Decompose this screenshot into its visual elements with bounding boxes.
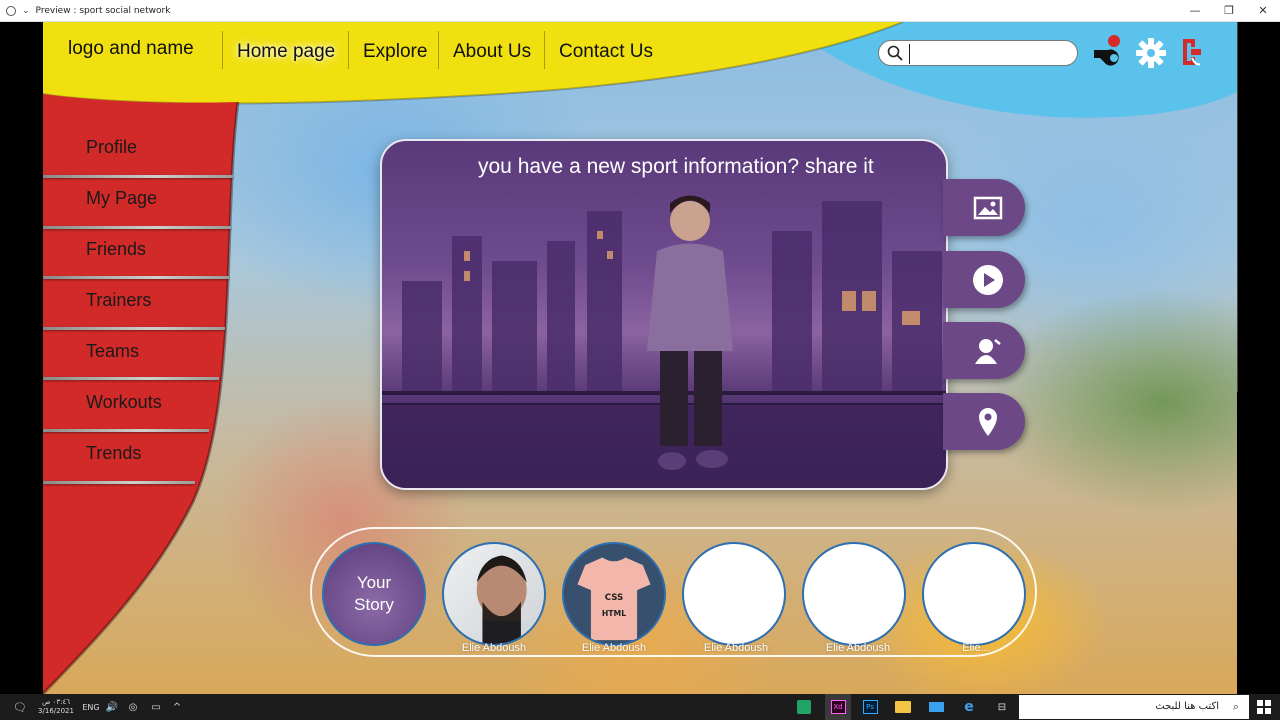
edge-browser-icon[interactable]: e [958,694,980,720]
windows-taskbar: 🗨 ٠٣:٤٦ ص 3/16/2021 ENG 🔊 ◎ ▭ ^ Xd Ps e … [0,694,1280,720]
windows-start-icon[interactable] [1254,694,1274,720]
sidebar-item-profile[interactable]: Profile [43,123,243,172]
taskbar-search-box[interactable]: اكتب هنا للبحث [1019,695,1249,719]
app-canvas: logo and name Home page Explore About Us… [43,22,1237,694]
nav-divider [438,31,439,69]
add-image-button[interactable] [943,179,1025,236]
video-play-icon [973,264,1003,295]
maximize-button[interactable]: ❐ [1212,0,1246,22]
xd-app-icon[interactable]: Xd [825,694,851,720]
notifications-icon[interactable]: 🗨 [10,694,30,720]
sidebar-item-my-page[interactable]: My Page [43,174,243,223]
battery-icon[interactable]: ▭ [147,694,165,720]
story-avatar[interactable] [922,542,1026,646]
tag-person-button[interactable] [943,322,1025,379]
search-icon [887,45,903,61]
app-icon [6,5,16,16]
add-video-button[interactable] [943,251,1025,308]
svg-text:CSS: CSS [605,593,624,603]
stories-strip: Your Story CSS HTML Elie Abdoush Elie Ab… [310,527,1037,657]
sidebar-item-trainers[interactable]: Trainers [43,276,238,325]
gear-icon[interactable] [1133,35,1169,71]
nav-home-page[interactable]: Home page [237,41,335,63]
story-avatar[interactable]: CSS HTML [562,542,666,646]
sidebar-item-teams[interactable]: Teams [43,327,233,376]
story-avatar[interactable] [802,542,906,646]
excel-app-icon[interactable] [793,694,815,720]
volume-icon[interactable]: 🔊 [104,694,120,720]
search-input[interactable] [909,44,1069,64]
story-name: Elie Abdoush [703,642,769,654]
clock-time: ٠٣:٤٦ ص [41,698,71,706]
search-box[interactable] [878,40,1078,66]
share-post-card[interactable]: you have a new sport information? share … [380,139,948,490]
clock[interactable]: ٠٣:٤٦ ص 3/16/2021 [34,694,78,720]
screen: ⌄ Preview : sport social network — ❐ ✕ l… [0,0,1280,720]
your-story-button[interactable]: Your Story [322,542,426,646]
sidebar-item-trends[interactable]: Trends [43,429,218,478]
add-location-button[interactable] [943,393,1025,450]
nav-explore[interactable]: Explore [363,41,427,63]
nav-divider [544,31,545,69]
sidebar-item-workouts[interactable]: Workouts [43,378,228,427]
location-pin-icon [979,407,997,436]
photoshop-app-icon[interactable]: Ps [858,694,882,720]
chevron-down-icon[interactable]: ⌄ [22,6,30,16]
minimize-button[interactable]: — [1178,0,1212,22]
nav-contact-us[interactable]: Contact Us [559,41,653,63]
your-story-label: Your Story [354,573,394,614]
window-titlebar: ⌄ Preview : sport social network — ❐ ✕ [0,0,1280,22]
tshirt-image: CSS HTML [577,557,651,641]
image-icon [973,196,1003,219]
right-frame [1237,22,1280,694]
network-icon[interactable]: ◎ [125,694,141,720]
close-button[interactable]: ✕ [1246,0,1280,22]
search-icon[interactable]: ⌕ [1228,694,1244,720]
story-name: Elie Abdoush [461,642,527,654]
tag-person-icon [975,338,1001,364]
story-name: Elie... [962,642,990,654]
share-prompt-text: you have a new sport information? share … [478,155,874,178]
story-name: Elie Abdoush [825,642,891,654]
task-view-icon[interactable]: ⊟ [992,694,1012,720]
chevron-up-icon[interactable]: ^ [169,694,185,720]
left-frame [0,22,43,694]
whistle-notification-icon[interactable] [1090,34,1126,70]
logout-icon[interactable] [1174,34,1210,70]
nav-divider [222,31,223,69]
story-avatar[interactable] [442,542,546,646]
logo-text[interactable]: logo and name [68,38,194,60]
language-indicator[interactable]: ENG [80,694,102,720]
sidebar-divider [43,481,195,484]
clock-date: 3/16/2021 [38,707,74,715]
profile-photo [476,555,527,644]
nav-about-us[interactable]: About Us [453,41,531,63]
window-title: Preview : sport social network [35,5,171,16]
sidebar-item-friends[interactable]: Friends [43,225,243,274]
story-name: Elie Abdoush [581,642,647,654]
mail-icon[interactable] [925,694,947,720]
nav-divider [348,31,349,69]
file-explorer-icon[interactable] [892,694,914,720]
story-avatar[interactable] [682,542,786,646]
svg-text:HTML: HTML [602,609,626,618]
city-skyline-illustration [382,195,946,488]
